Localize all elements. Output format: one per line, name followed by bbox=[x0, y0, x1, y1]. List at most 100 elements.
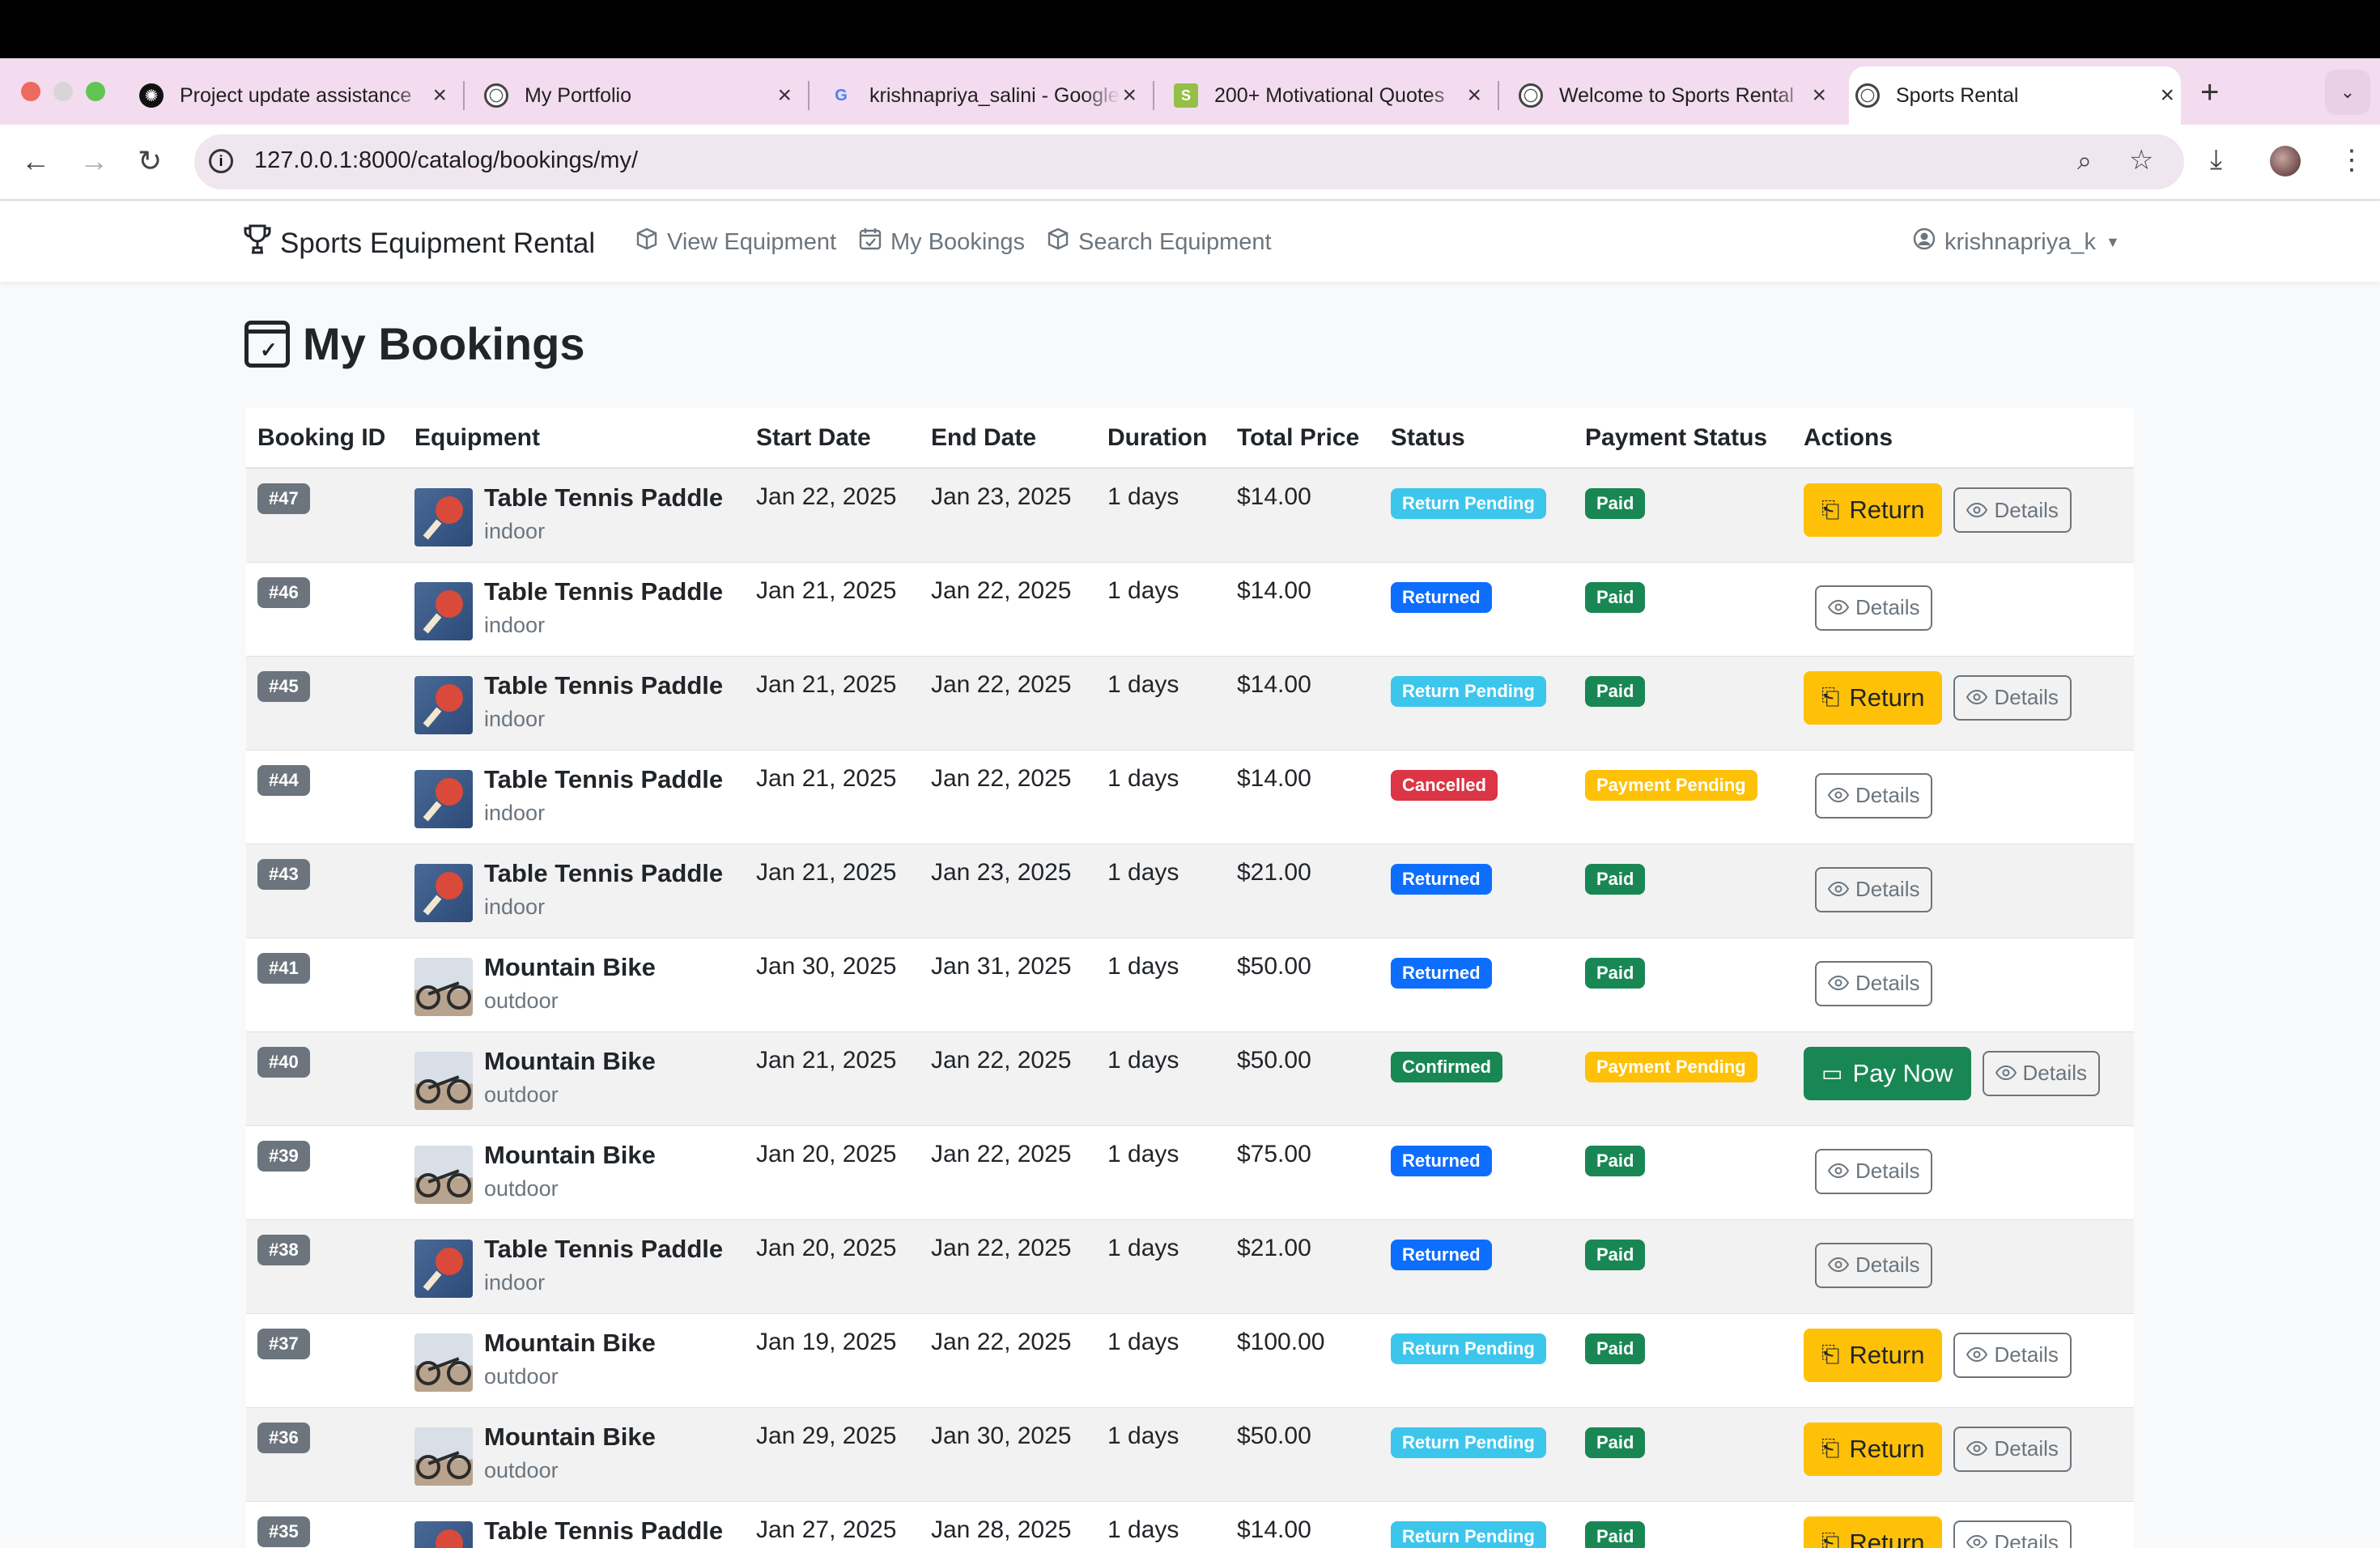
start-date: Jan 30, 2025 bbox=[745, 938, 920, 1032]
browser-tab[interactable]: My Portfolio × bbox=[478, 66, 798, 125]
close-tab-icon[interactable]: × bbox=[1122, 82, 1137, 109]
back-button[interactable]: ← bbox=[21, 144, 50, 178]
nav-search-equipment[interactable]: Search Equipment bbox=[1046, 227, 1272, 257]
payment-status-cell: Payment Pending bbox=[1574, 750, 1792, 844]
zoom-icon[interactable]: ⌕ bbox=[2077, 146, 2092, 176]
equipment-name: Table Tennis Paddle bbox=[484, 483, 724, 512]
equipment-info: Mountain Bike outdoor bbox=[414, 1047, 745, 1110]
actions-cell: ⎗ Return Details bbox=[1792, 656, 2134, 751]
table-tennis-paddle-thumbnail bbox=[414, 863, 473, 922]
calendar-check-icon bbox=[858, 227, 882, 257]
zoom-window-button[interactable] bbox=[86, 82, 105, 101]
browser-tab[interactable]: S 200+ Motivational Quotes × bbox=[1167, 66, 1488, 125]
browser-tab[interactable]: ✺ Project update assistance × bbox=[133, 66, 453, 125]
details-button[interactable]: Details bbox=[1815, 866, 1933, 912]
return-button[interactable]: ⎗ Return bbox=[1804, 1328, 1943, 1382]
equipment-cell: Table Tennis Paddle indoor bbox=[403, 468, 745, 563]
payment-status-cell: Paid bbox=[1574, 1219, 1792, 1314]
return-button[interactable]: ⎗ Return bbox=[1804, 483, 1943, 537]
start-date: Jan 27, 2025 bbox=[745, 1501, 920, 1548]
start-date: Jan 21, 2025 bbox=[745, 750, 920, 844]
table-tennis-paddle-thumbnail bbox=[414, 488, 473, 546]
actions-cell: ▭ Pay Now Details bbox=[1792, 1031, 2134, 1126]
browser-tab[interactable]: Welcome to Sports Rental × bbox=[1512, 66, 1833, 125]
browser-tab[interactable]: Gkrishnapriya_salini - Google Search× bbox=[822, 66, 1143, 125]
total-price: $75.00 bbox=[1226, 1125, 1379, 1220]
tab-title: 200+ Motivational Quotes bbox=[1214, 83, 1445, 107]
nav-my-bookings[interactable]: My Bookings bbox=[858, 227, 1025, 257]
nav-view-equipment-label: View Equipment bbox=[667, 228, 837, 255]
menu-kebab-icon[interactable]: ⋮ bbox=[2338, 144, 2365, 176]
table-row: #47 Table Tennis Paddle indoor Jan 22, 2025… bbox=[246, 468, 2134, 563]
details-button[interactable]: Details bbox=[1815, 1148, 1933, 1194]
duration: 1 days bbox=[1096, 1407, 1226, 1502]
details-button[interactable]: Details bbox=[1953, 1332, 2072, 1378]
start-date: Jan 21, 2025 bbox=[745, 1031, 920, 1126]
tab-search-button[interactable]: ⌄ bbox=[2325, 70, 2370, 115]
close-tab-icon[interactable]: × bbox=[2160, 82, 2174, 109]
return-arrow-icon: ⎗ bbox=[1821, 1342, 1840, 1367]
brand-link[interactable]: Sports Equipment Rental bbox=[243, 223, 595, 263]
return-button[interactable]: ⎗ Return bbox=[1804, 1516, 1943, 1548]
column-header: Duration bbox=[1096, 408, 1226, 469]
details-button[interactable]: Details bbox=[1982, 1050, 2100, 1096]
actions-cell: Details bbox=[1792, 750, 2134, 844]
new-tab-button[interactable]: + bbox=[2200, 74, 2219, 111]
end-date: Jan 31, 2025 bbox=[920, 938, 1096, 1032]
shopify-icon: S bbox=[1174, 83, 1198, 108]
url-text[interactable]: 127.0.0.1:8000/catalog/bookings/my/ bbox=[254, 147, 638, 174]
end-date: Jan 22, 2025 bbox=[920, 1031, 1096, 1126]
details-button[interactable]: Details bbox=[1953, 1426, 2072, 1472]
eye-icon bbox=[1827, 1252, 1855, 1278]
total-price: $21.00 bbox=[1226, 1219, 1379, 1314]
download-icon[interactable]: ⤓ bbox=[2210, 144, 2222, 176]
nav-view-equipment[interactable]: View Equipment bbox=[635, 227, 836, 257]
details-button[interactable]: Details bbox=[1953, 487, 2072, 533]
close-tab-icon[interactable]: × bbox=[1812, 82, 1826, 109]
site-info-icon[interactable]: i bbox=[209, 149, 233, 173]
close-tab-icon[interactable]: × bbox=[1467, 82, 1481, 109]
total-price: $100.00 bbox=[1226, 1313, 1379, 1408]
mountain-bike-thumbnail bbox=[414, 1145, 473, 1204]
duration: 1 days bbox=[1096, 656, 1226, 751]
profile-avatar[interactable] bbox=[2270, 146, 2301, 176]
return-button[interactable]: ⎗ Return bbox=[1804, 1422, 1943, 1476]
browser-tab[interactable]: Sports Rental × bbox=[1849, 66, 2181, 125]
booking-id-cell: #40 bbox=[246, 1031, 403, 1126]
pay-now-button[interactable]: ▭ Pay Now bbox=[1804, 1046, 1971, 1100]
reload-button[interactable]: ↻ bbox=[138, 144, 162, 178]
details-button-label: Details bbox=[1855, 783, 1920, 807]
booking-id-badge: #45 bbox=[257, 670, 310, 702]
equipment-info: Mountain Bike outdoor bbox=[414, 1423, 745, 1486]
close-tab-icon[interactable]: × bbox=[777, 82, 792, 109]
details-button[interactable]: Details bbox=[1953, 1520, 2072, 1548]
actions-group: Details bbox=[1804, 1235, 2134, 1288]
payment-status-cell: Paid bbox=[1574, 1407, 1792, 1502]
start-date: Jan 21, 2025 bbox=[745, 656, 920, 751]
equipment-cell: Mountain Bike outdoor bbox=[403, 1407, 745, 1502]
table-row: #45 Table Tennis Paddle indoor Jan 21, 2025… bbox=[246, 656, 2134, 751]
equipment-category: indoor bbox=[484, 894, 546, 919]
actions-group: ⎗ Return Details bbox=[1804, 1422, 2134, 1476]
total-price: $14.00 bbox=[1226, 750, 1379, 844]
user-dropdown[interactable]: krishnapriya_k ▼ bbox=[1912, 227, 2120, 257]
details-button[interactable]: Details bbox=[1815, 772, 1933, 819]
forward-button[interactable]: → bbox=[79, 144, 108, 178]
equipment-info: Table Tennis Paddle indoor bbox=[414, 577, 745, 640]
close-window-button[interactable] bbox=[21, 82, 40, 101]
start-date: Jan 21, 2025 bbox=[745, 844, 920, 938]
details-button[interactable]: Details bbox=[1815, 1242, 1933, 1288]
close-tab-icon[interactable]: × bbox=[432, 82, 447, 109]
actions-group: Details bbox=[1804, 953, 2134, 1006]
return-button[interactable]: ⎗ Return bbox=[1804, 670, 1943, 725]
page-title-text: My Bookings bbox=[303, 318, 585, 369]
details-button[interactable]: Details bbox=[1953, 674, 2072, 721]
minimize-window-button[interactable] bbox=[53, 82, 73, 101]
details-button[interactable]: Details bbox=[1815, 960, 1933, 1006]
equipment-info: Table Tennis Paddle indoor bbox=[414, 671, 745, 734]
payment-status-badge: Paid bbox=[1585, 1333, 1646, 1364]
status-badge: Returned bbox=[1391, 957, 1492, 989]
details-button[interactable]: Details bbox=[1815, 585, 1933, 631]
table-row: #41 Mountain Bike outdoor Jan 30, 2025 Jan 3… bbox=[246, 938, 2134, 1032]
bookmark-star-icon[interactable]: ☆ bbox=[2129, 144, 2153, 176]
